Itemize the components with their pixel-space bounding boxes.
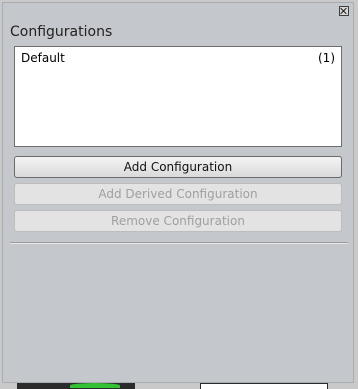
close-icon[interactable] bbox=[339, 6, 349, 16]
add-derived-configuration-button[interactable]: Add Derived Configuration bbox=[14, 183, 342, 205]
list-item[interactable]: Default (1) bbox=[21, 51, 335, 65]
configurations-panel: Configurations Default (1) Add Configura… bbox=[2, 2, 354, 383]
add-configuration-button[interactable]: Add Configuration bbox=[14, 156, 342, 178]
background-fragment bbox=[200, 383, 328, 389]
divider bbox=[10, 242, 348, 244]
configuration-list[interactable]: Default (1) bbox=[14, 46, 342, 147]
configuration-name: Default bbox=[21, 51, 65, 65]
remove-configuration-button[interactable]: Remove Configuration bbox=[14, 210, 342, 232]
configuration-count: (1) bbox=[318, 51, 335, 65]
panel-title: Configurations bbox=[10, 24, 113, 40]
background-fragment bbox=[70, 383, 120, 388]
